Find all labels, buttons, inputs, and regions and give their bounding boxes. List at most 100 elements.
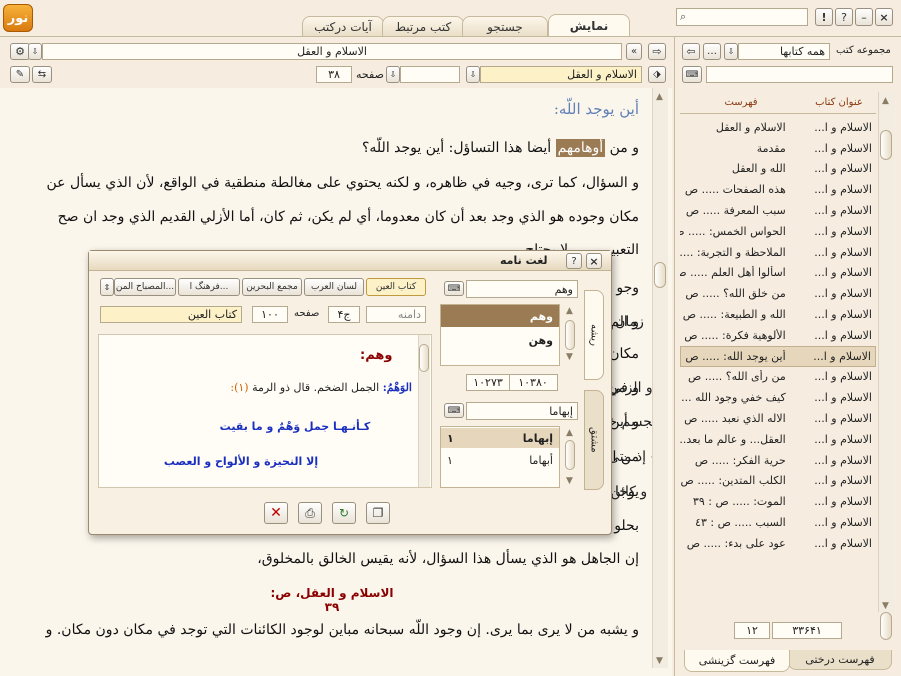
dialog-help-button[interactable]: ? <box>566 253 582 269</box>
list-item[interactable]: الاسلام و ا... كيف خفي وجود الله ..... <box>680 387 876 408</box>
list-item[interactable]: الاسلام و ا... العقل... و عالم ما بعد... <box>680 429 876 450</box>
sidebar-more-button[interactable]: … <box>703 43 721 60</box>
forward-arrow-button[interactable]: ⇨ <box>648 43 666 60</box>
list-item[interactable]: الاسلام و ا... من رأى الله؟ ..... ص <box>680 367 876 388</box>
row-index: اسألوا أهل العلم ..... ص <box>680 266 786 280</box>
tab-view-disabled[interactable]: آیات درکتب <box>302 16 384 36</box>
derived-scroll-down[interactable]: ▼ <box>566 476 573 486</box>
dialog-refresh-button[interactable]: ↻ <box>332 502 356 524</box>
help-button[interactable]: ? <box>835 8 853 26</box>
tab-related-books[interactable]: کتب مرتبط <box>382 16 464 36</box>
derived-count: ۱ <box>447 431 454 445</box>
breadcrumb-field[interactable]: الاسلام و العقل <box>42 43 622 60</box>
dict-tab-misbah[interactable]: المصباح المن... <box>114 278 176 296</box>
sidebar-resize-grip[interactable] <box>880 612 892 640</box>
root-keyboard-button[interactable]: ⌨ <box>444 281 464 296</box>
tab-view[interactable]: نمایش <box>548 14 630 36</box>
tab-selective-index[interactable]: فهرست گزینشی <box>684 650 790 672</box>
list-item[interactable]: الاسلام و ا... الألوهية فكرة: ..... ص <box>680 325 876 346</box>
tag-icon-button[interactable]: ⬗ <box>648 66 666 83</box>
dict-entry-word: الوَهْمُ: <box>382 381 412 394</box>
list-item[interactable]: الاسلام و ا... السبب ..... ص : ٤٣ <box>680 512 876 533</box>
side-tab-derived[interactable]: مشتق <box>584 390 604 490</box>
root-item[interactable]: وهن <box>441 330 559 350</box>
dict-footnote-ref[interactable]: (۱): <box>230 381 248 394</box>
root-scroll-up[interactable]: ▲ <box>566 306 573 316</box>
derived-keyboard-button[interactable]: ⌨ <box>444 403 464 418</box>
list-item[interactable]: الاسلام و ا... من خلق الله؟ ..... ص <box>680 283 876 304</box>
dialog-print-button[interactable]: ⎙ <box>298 502 322 524</box>
list-item[interactable]: الاسلام و ا... الله و الطبيعة: ..... ص <box>680 304 876 325</box>
dropdown-button[interactable]: ⇩ <box>28 43 42 60</box>
page-number-input[interactable]: ۳۸ <box>316 66 352 83</box>
global-search-input[interactable] <box>676 8 808 26</box>
root-item-selected[interactable]: وهم <box>441 305 559 327</box>
scroll-down-arrow[interactable]: ▼ <box>656 656 663 666</box>
page-goto-input[interactable] <box>400 66 460 83</box>
sidebar-back-button[interactable]: ⇦ <box>682 43 700 60</box>
collection-select[interactable]: همه کتابها <box>738 43 830 60</box>
dict-tabs-scroll-button[interactable]: ⇕ <box>100 278 114 296</box>
highlighted-word[interactable]: أوهامهم <box>555 139 606 157</box>
list-item[interactable]: الاسلام و ا... حرية الفكر: ..... ص <box>680 450 876 471</box>
minimize-button[interactable]: – <box>855 8 873 26</box>
page-dropdown-button[interactable]: ⇩ <box>386 66 400 83</box>
expand-button[interactable]: « <box>626 43 642 60</box>
dict-tab-lisan[interactable]: لسان العرب <box>304 278 364 296</box>
list-item[interactable]: الاسلام و ا... الاسلام و العقل <box>680 117 876 138</box>
dialog-copy-button[interactable]: ❐ <box>366 502 390 524</box>
dict-tab-farhang[interactable]: فرهنگ ا... <box>178 278 240 296</box>
derived-input[interactable]: إبهاما <box>466 402 578 420</box>
root-scroll-down[interactable]: ▼ <box>566 352 573 362</box>
dialog-close-button[interactable]: × <box>586 253 602 269</box>
content-scrollbar[interactable] <box>652 88 668 668</box>
book-title-field[interactable]: الاسلام و العقل <box>480 66 642 83</box>
list-item[interactable]: الاسلام و ا... سبب المعرفة ..... ص <box>680 200 876 221</box>
list-item[interactable]: الاسلام و ا... الله و العقل <box>680 159 876 180</box>
list-item[interactable]: الاسلام و ا... اسألوا أهل العلم ..... ص <box>680 263 876 284</box>
tab-search[interactable]: جستجو <box>462 16 548 36</box>
dict-entry-scroll-thumb[interactable] <box>419 344 429 372</box>
list-item[interactable]: الاسلام و ا... عود على بدء: ..... ص <box>680 533 876 554</box>
dict-page-input[interactable]: ۱۰۰ <box>252 306 288 323</box>
dict-tab-majma[interactable]: مجمع البحرين <box>242 278 302 296</box>
derived-item[interactable]: أبهاما ۱ <box>441 450 559 470</box>
derived-scroll-up[interactable]: ▲ <box>566 428 573 438</box>
list-item[interactable]: الاسلام و ا... الملاحظة و التجربة: ..... <box>680 242 876 263</box>
list-item[interactable]: الاسلام و ا... الكلب المتدين: ..... ص <box>680 471 876 492</box>
list-item[interactable]: الاسلام و ا... هذه الصفحات ..... ص <box>680 179 876 200</box>
close-window-button[interactable]: × <box>875 8 893 26</box>
sidebar-scroll-down[interactable]: ▼ <box>882 601 889 611</box>
sidebar-scroll-up[interactable]: ▲ <box>882 96 889 106</box>
keyboard-icon-button[interactable]: ⌨ <box>682 66 702 83</box>
list-item[interactable]: الاسلام و ا... الموت: ..... ص : ٣٩ <box>680 491 876 512</box>
dict-tab-label: لسان العرب <box>310 282 357 292</box>
derived-list-scroll-thumb[interactable] <box>565 440 575 470</box>
list-item[interactable]: الاسلام و ا... الحواس الخمس: ..... ص <box>680 221 876 242</box>
content-scroll-thumb[interactable] <box>654 262 666 288</box>
side-tab-root[interactable]: ریشه <box>584 290 604 380</box>
row-index: حرية الفكر: ..... ص <box>694 453 786 467</box>
settings-icon-button[interactable]: ✎ <box>10 66 30 83</box>
list-item[interactable]: الاسلام و ا... الاله الذي نعبد ..... ص <box>680 408 876 429</box>
sidebar-scroll-thumb[interactable] <box>880 130 892 160</box>
header-index[interactable]: فهرست <box>680 97 802 108</box>
dialog-cancel-button[interactable]: ✕ <box>264 502 288 524</box>
list-item-selected[interactable]: الاسلام و ا... أين يوجد الله: ..... ص <box>680 345 876 367</box>
dict-tab-ain[interactable]: کتاب العين <box>366 278 426 296</box>
sidebar-search-input[interactable] <box>706 66 893 83</box>
tab-tree-index[interactable]: فهرست درختی <box>788 650 892 670</box>
info-button[interactable]: ! <box>815 8 833 26</box>
dict-book-field: کتاب العين <box>100 306 242 323</box>
tools-icon-button[interactable]: ⇆ <box>32 66 52 83</box>
root-input[interactable]: وهم <box>466 280 578 298</box>
header-book-title[interactable]: عنوان کتاب <box>802 97 876 108</box>
list-item[interactable]: الاسلام و ا... مقدمة <box>680 138 876 159</box>
collection-dropdown-button[interactable]: ⇩ <box>724 43 738 60</box>
collapse-left-button[interactable]: ⚙ <box>10 43 30 60</box>
sidebar-scrollbar[interactable] <box>878 92 894 612</box>
scroll-up-arrow[interactable]: ▲ <box>656 92 663 102</box>
root-list-scroll-thumb[interactable] <box>565 320 575 350</box>
derived-item-selected[interactable]: إبهاما ۱ <box>441 428 559 448</box>
book-dropdown-button[interactable]: ⇩ <box>466 66 480 83</box>
